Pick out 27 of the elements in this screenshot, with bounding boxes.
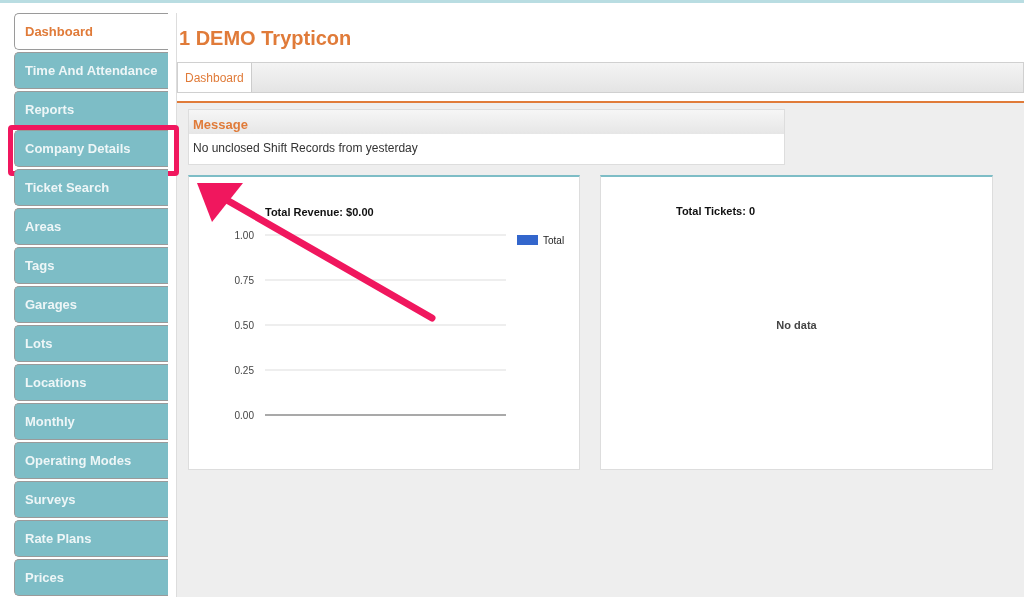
sidebar-item[interactable]: Ticket Search <box>14 169 168 206</box>
sidebar-item[interactable]: Operating Modes <box>14 442 168 479</box>
panel-title: Message <box>189 110 784 134</box>
page-title: 1 DEMO Trypticon <box>178 26 353 51</box>
message-text: No unclosed Shift Records from yesterday <box>192 140 419 157</box>
sidebar-item[interactable]: Lots <box>14 325 168 362</box>
axis-label: 0.25 <box>234 365 254 376</box>
sidebar-item[interactable]: Locations <box>14 364 168 401</box>
sidebar-item[interactable]: Prices <box>14 559 168 596</box>
tab[interactable]: Dashboard <box>178 63 252 92</box>
chart-title: Total Revenue: $0.00 <box>265 206 374 218</box>
sidebar-item[interactable]: Time And Attendance <box>14 52 168 89</box>
sidebar-item[interactable]: Monthly <box>14 403 168 440</box>
sidebar-item[interactable]: Areas <box>14 208 168 245</box>
sidebar-item[interactable]: Garages <box>14 286 168 323</box>
sidebar-item[interactable]: Surveys <box>14 481 168 518</box>
axis-label: 0.75 <box>234 275 254 286</box>
axis-label: 0.50 <box>234 320 254 331</box>
sidebar-item[interactable]: Tags <box>14 247 168 284</box>
sidebar-item[interactable]: Rate Plans <box>14 520 168 557</box>
empty-message: No data <box>776 317 817 333</box>
sidebar-item[interactable]: Company Details <box>14 130 168 167</box>
axis-label: 1.00 <box>234 230 254 241</box>
legend-label: Total <box>543 235 565 246</box>
chart-title: Total Tickets: 0 <box>675 204 756 219</box>
axis-label: 0.00 <box>234 410 254 421</box>
sidebar-item[interactable]: Dashboard <box>14 13 168 50</box>
